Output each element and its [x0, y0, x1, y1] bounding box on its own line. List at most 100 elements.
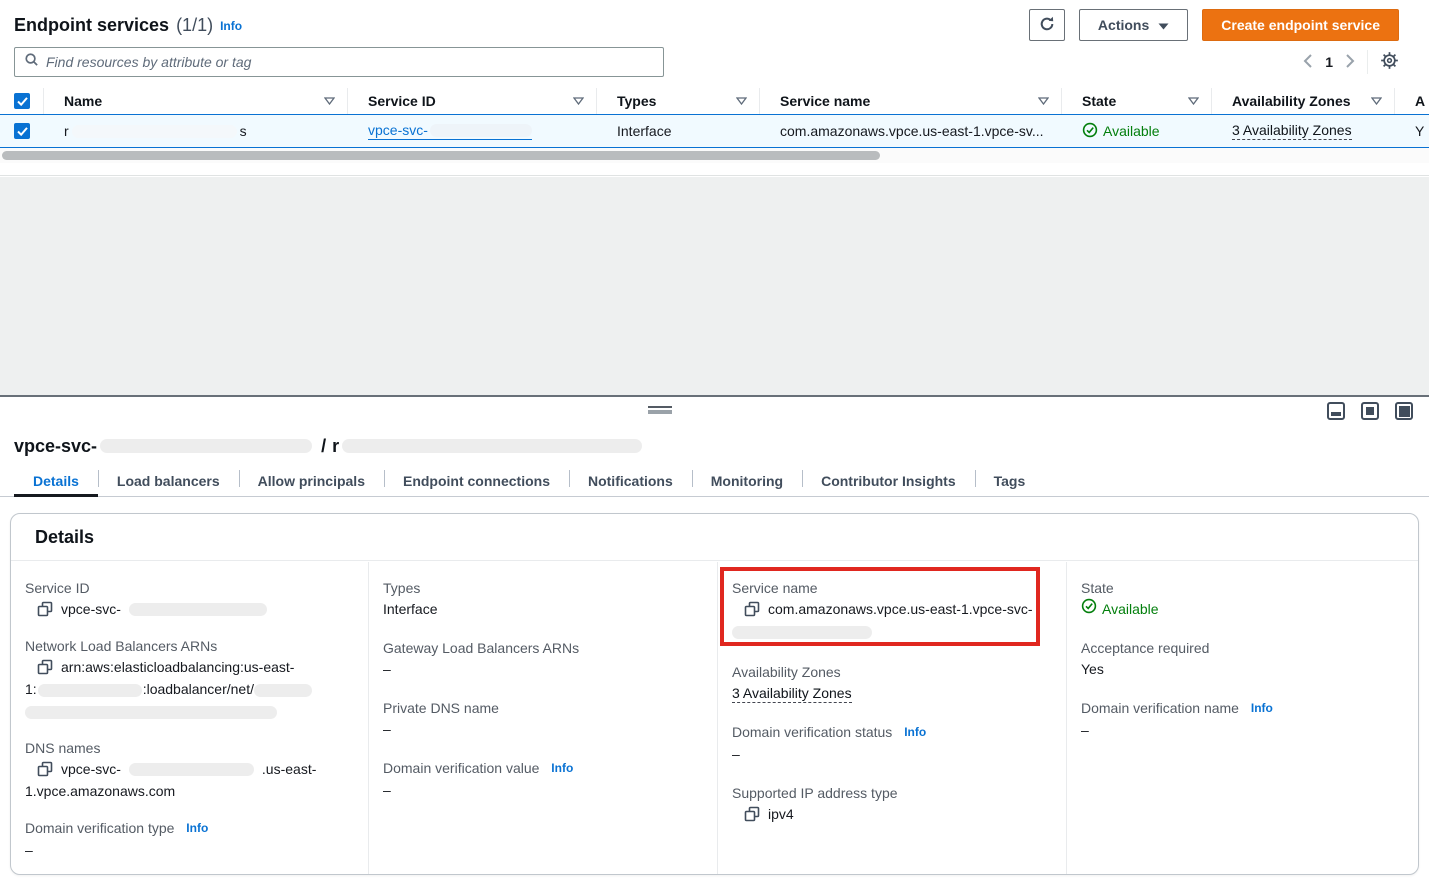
redacted-name	[72, 125, 237, 138]
resource-count: (1/1)	[176, 15, 213, 36]
table-preferences-button[interactable]	[1380, 51, 1399, 73]
horizontal-scrollbar	[0, 148, 1429, 163]
info-link[interactable]: Info	[1251, 701, 1273, 715]
cell-availability-zones: 3 Availability Zones	[1212, 115, 1395, 147]
service-name-line2	[732, 620, 1046, 642]
tab-details[interactable]: Details	[14, 466, 98, 496]
field-domain-verification-type: Domain verification type Info –	[25, 818, 348, 861]
availability-zones-link[interactable]: 3 Availability Zones	[1232, 122, 1352, 140]
column-header-service-name[interactable]: Service name	[760, 88, 1062, 114]
filter-icon[interactable]	[573, 92, 584, 110]
redacted-lb-name	[254, 684, 312, 697]
tab-load-balancers[interactable]: Load balancers	[98, 466, 239, 496]
availability-zones-link[interactable]: 3 Availability Zones	[732, 685, 852, 703]
create-endpoint-service-button[interactable]: Create endpoint service	[1202, 9, 1399, 41]
header-info-link[interactable]: Info	[220, 19, 242, 33]
check-circle-icon	[1081, 598, 1097, 620]
field-glb-arns: Gateway Load Balancers ARNs –	[383, 638, 697, 680]
details-column-4: State Available Acceptance required	[1067, 562, 1418, 874]
refresh-button[interactable]	[1029, 9, 1065, 41]
cell-name: r s	[44, 115, 348, 147]
column-header-partial: A	[1395, 88, 1429, 114]
panel-layout-bottom-fill	[1331, 412, 1341, 416]
cell-state: Available	[1062, 115, 1212, 147]
copy-icon[interactable]	[37, 659, 53, 675]
panel-drag-handle[interactable]	[648, 406, 672, 414]
cell-partial: Y	[1395, 115, 1429, 147]
caret-down-icon	[1158, 17, 1169, 33]
filter-icon[interactable]	[1038, 92, 1049, 110]
table-toolbar: 1	[0, 41, 1429, 77]
filter-icon[interactable]	[1188, 92, 1199, 110]
tab-endpoint-connections[interactable]: Endpoint connections	[384, 466, 569, 496]
details-column-2: Types Interface Gateway Load Balancers A…	[369, 562, 718, 874]
row-checkbox[interactable]	[14, 123, 30, 139]
actions-button-label: Actions	[1098, 17, 1149, 33]
column-header-types[interactable]: Types	[597, 88, 760, 114]
table-row-selected[interactable]: r s vpce-svc- Interface com.amazonaws.vp…	[0, 115, 1429, 148]
page-header: Endpoint services (1/1) Info Actions Cre…	[0, 0, 1429, 41]
details-column-1: Service ID vpce-svc- Network Load Balanc…	[11, 562, 369, 874]
field-acceptance-required: Acceptance required Yes	[1081, 638, 1398, 680]
copy-icon[interactable]	[37, 601, 53, 617]
copy-icon[interactable]	[744, 806, 760, 822]
field-types: Types Interface	[383, 578, 697, 620]
filter-icon[interactable]	[324, 92, 335, 110]
pagination-separator	[1367, 50, 1368, 74]
state-badge: Available	[1081, 598, 1159, 620]
field-availability-zones: Availability Zones 3 Availability Zones	[732, 662, 1046, 704]
endpoint-services-page: Endpoint services (1/1) Info Actions Cre…	[0, 0, 1429, 886]
tab-monitoring[interactable]: Monitoring	[692, 466, 802, 496]
current-page-number[interactable]: 1	[1325, 54, 1333, 70]
pagination: 1	[1303, 50, 1399, 74]
info-link[interactable]: Info	[904, 725, 926, 739]
field-service-name: Service name com.amazonaws.vpce.us-east-…	[732, 578, 1046, 642]
drag-handle-bar	[648, 410, 672, 414]
details-card-body: Service ID vpce-svc- Network Load Balanc…	[11, 562, 1418, 874]
redacted-service-id	[100, 439, 312, 453]
service-id-link[interactable]: vpce-svc-	[368, 122, 532, 140]
field-dns-names: DNS names vpce-svc-.us-east- 1.vpce.amaz…	[25, 738, 348, 802]
field-domain-verification-status: Domain verification status Info –	[732, 722, 1046, 765]
search-icon	[24, 52, 39, 72]
tab-tags[interactable]: Tags	[975, 466, 1045, 496]
refresh-icon	[1039, 16, 1055, 35]
endpoint-services-table: Name Service ID Types Service name State	[0, 88, 1429, 163]
copy-icon[interactable]	[37, 761, 53, 777]
redacted-dns	[129, 763, 254, 776]
select-all-checkbox[interactable]	[14, 93, 30, 109]
info-link[interactable]: Info	[186, 821, 208, 835]
column-header-service-id[interactable]: Service ID	[348, 88, 597, 114]
next-page-button[interactable]	[1345, 54, 1355, 71]
detail-panel-title: vpce-svc-/r	[0, 397, 1429, 457]
tab-allow-principals[interactable]: Allow principals	[239, 466, 384, 496]
tab-notifications[interactable]: Notifications	[569, 466, 692, 496]
redacted-account-id	[38, 684, 142, 697]
horizontal-scrollbar-thumb[interactable]	[2, 151, 880, 160]
filter-icon[interactable]	[1371, 92, 1382, 110]
previous-page-button[interactable]	[1303, 54, 1313, 71]
filter-icon[interactable]	[736, 92, 747, 110]
details-card: Details Service ID vpce-svc-	[10, 513, 1419, 875]
copy-icon[interactable]	[744, 601, 760, 617]
info-link[interactable]: Info	[551, 761, 573, 775]
search-box[interactable]	[14, 47, 664, 77]
dns-line2: 1.vpce.amazonaws.com	[25, 780, 348, 802]
table-section: Endpoint services (1/1) Info Actions Cre…	[0, 0, 1429, 176]
panel-layout-full-icon[interactable]	[1395, 402, 1413, 420]
column-header-name[interactable]: Name	[44, 88, 348, 114]
search-input[interactable]	[46, 54, 654, 70]
column-header-availability-zones[interactable]: Availability Zones	[1212, 88, 1395, 114]
chevron-right-icon	[1345, 54, 1355, 71]
details-card-header: Details	[11, 514, 1418, 561]
gear-icon	[1380, 51, 1399, 73]
field-nlb-arns: Network Load Balancers ARNs arn:aws:elas…	[25, 636, 348, 722]
page-title-wrap: Endpoint services (1/1) Info	[14, 15, 242, 36]
panel-layout-bottom-icon[interactable]	[1327, 402, 1345, 420]
column-header-state[interactable]: State	[1062, 88, 1212, 114]
panel-layout-half-icon[interactable]	[1361, 402, 1379, 420]
actions-button[interactable]: Actions	[1079, 9, 1188, 41]
drag-handle-bar	[648, 406, 672, 408]
header-actions: Actions Create endpoint service	[1029, 9, 1399, 41]
tab-contributor-insights[interactable]: Contributor Insights	[802, 466, 975, 496]
